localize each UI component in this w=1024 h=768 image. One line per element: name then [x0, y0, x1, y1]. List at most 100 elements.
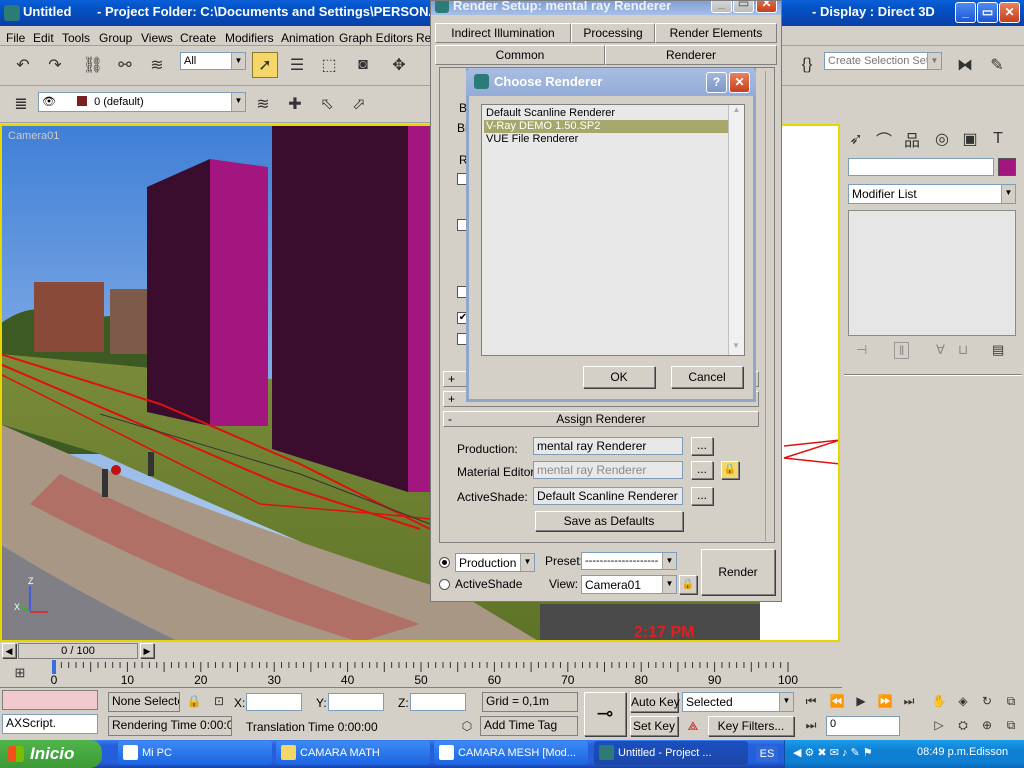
tab-processing[interactable]: Processing — [571, 23, 655, 43]
language-indicator[interactable]: ES — [756, 746, 778, 762]
menu-create[interactable]: Create — [180, 31, 216, 45]
frame-ruler[interactable]: 0 10 20 30 40 50 60 70 80 90 100 — [40, 660, 840, 688]
track-bar[interactable]: ⊞ 0 10 20 30 40 50 60 70 80 90 100 — [0, 660, 842, 688]
x-coord-field[interactable] — [246, 693, 302, 711]
panel-scrollbar[interactable] — [765, 71, 773, 541]
tab-render-elements[interactable]: Render Elements — [655, 23, 777, 43]
close-button[interactable]: ✕ — [999, 2, 1020, 23]
add-to-layer-icon[interactable]: ✚ — [282, 91, 308, 117]
minimize-button[interactable]: _ — [955, 2, 976, 23]
selection-lock-icon[interactable]: 🔒 — [184, 690, 204, 712]
next-frame-icon[interactable]: ⏩ — [874, 690, 896, 712]
time-next-button[interactable]: ▶ — [140, 643, 154, 658]
renderer-item-vue-file[interactable]: VUE File Renderer — [484, 133, 728, 146]
create-panel-icon[interactable]: ➶ — [844, 126, 868, 152]
save-as-defaults-button[interactable]: Save as Defaults — [535, 511, 683, 531]
bind-to-space-warp-icon[interactable]: ≋ — [144, 52, 170, 78]
taskbar-item-mi-pc[interactable]: Mi PC — [118, 741, 272, 765]
activeshade-browse-button[interactable]: ... — [691, 487, 713, 505]
renderer-item-vray[interactable]: V-Ray DEMO 1.50.SP2 — [484, 120, 728, 133]
activeshade-radio[interactable] — [439, 579, 450, 590]
set-current-layer-icon[interactable]: ⬀ — [346, 91, 372, 117]
min-max-toggle-icon[interactable]: ⧉ — [1000, 714, 1022, 736]
render-button[interactable]: Render — [701, 549, 775, 595]
select-layer-objects-icon[interactable]: ⬁ — [314, 91, 340, 117]
dolly-icon[interactable]: ↻ — [976, 690, 998, 712]
selection-filter-dropdown[interactable]: All ▼ — [180, 52, 246, 70]
time-slider[interactable]: 0 / 100 — [18, 643, 138, 659]
tab-common[interactable]: Common — [435, 45, 605, 65]
renderer-list[interactable]: Default Scanline Renderer V-Ray DEMO 1.5… — [481, 104, 745, 356]
layer-manager-icon[interactable]: ≣ — [8, 91, 34, 117]
remove-modifier-icon[interactable]: ⊔ — [958, 342, 968, 358]
default-tangent-icon[interactable]: ⟁ — [682, 716, 704, 736]
menu-edit[interactable]: Edit — [33, 31, 54, 45]
tab-indirect-illumination[interactable]: Indirect Illumination — [435, 23, 571, 43]
production-browse-button[interactable]: ... — [691, 437, 713, 455]
menu-modifiers[interactable]: Modifiers — [225, 31, 274, 45]
configure-sets-icon[interactable]: ▤ — [992, 342, 1004, 358]
choose-renderer-close-button[interactable]: ✕ — [729, 72, 750, 93]
key-filters-button[interactable]: Key Filters... — [708, 716, 794, 736]
go-to-start-icon[interactable]: ⏮ — [800, 690, 822, 712]
play-icon[interactable]: ▶ — [850, 690, 872, 712]
material-editor-lock-icon[interactable]: 🔒 — [721, 461, 739, 479]
scroll-up-icon[interactable]: ▲ — [729, 105, 744, 119]
maxscript-mini-listener-pink[interactable] — [2, 690, 98, 710]
tab-renderer[interactable]: Renderer — [605, 45, 777, 65]
modifier-list-dropdown[interactable]: Modifier List ▼ — [848, 184, 1016, 204]
viewport-label[interactable]: Camera01 — [8, 130, 59, 142]
hierarchy-panel-icon[interactable]: 品 — [900, 126, 924, 152]
z-coord-field[interactable] — [410, 693, 466, 711]
modifier-stack[interactable] — [848, 210, 1016, 336]
menu-graph-editors[interactable]: Graph Editors — [339, 31, 413, 45]
display-panel-icon[interactable]: ▣ — [958, 126, 982, 152]
ok-button[interactable]: OK — [583, 366, 655, 388]
menu-animation[interactable]: Animation — [281, 31, 334, 45]
maximize-viewport-icon[interactable]: ⧉ — [1000, 690, 1022, 712]
start-button[interactable]: Inicio — [0, 740, 102, 768]
maxscript-mini-listener[interactable]: AXScript. — [2, 714, 98, 734]
production-radio[interactable] — [439, 557, 450, 568]
key-set-dropdown[interactable]: Selected ▼ — [682, 692, 794, 712]
modify-panel-icon[interactable]: ⌒ — [872, 126, 896, 152]
y-coord-field[interactable] — [328, 693, 384, 711]
key-mode-icon[interactable]: ⏭ — [800, 714, 822, 736]
object-name-field[interactable] — [848, 158, 994, 176]
select-object-icon[interactable]: ➚ — [252, 52, 278, 78]
taskbar-item-camara-mesh[interactable]: CAMARA MESH [Mod... — [434, 741, 588, 765]
add-time-tag-icon[interactable]: ⬡ — [456, 716, 478, 736]
rollout-assign-renderer[interactable]: - Assign Renderer — [443, 411, 759, 427]
named-selection-set-dropdown[interactable]: Create Selection Set ▼ — [824, 52, 942, 70]
mirror-icon[interactable]: ⧓ — [952, 52, 978, 78]
previous-frame-icon[interactable]: ⏪ — [826, 690, 848, 712]
set-key-mode-key-icon[interactable]: ⊸ — [584, 692, 626, 736]
current-frame-field[interactable]: 0 — [826, 716, 900, 736]
menu-file[interactable]: File — [6, 31, 25, 45]
named-selection-icon[interactable]: {} — [794, 52, 820, 78]
add-time-tag[interactable]: Add Time Tag — [480, 716, 578, 736]
pan-icon[interactable]: ✋ — [928, 690, 950, 712]
choose-renderer-help-button[interactable]: ? — [706, 72, 727, 93]
go-to-end-icon[interactable]: ⏭ — [898, 690, 920, 712]
render-setup-minimize[interactable]: _ — [711, 1, 732, 13]
redo-icon[interactable]: ↷ — [42, 52, 68, 78]
production-mode-dropdown[interactable]: Production ▼ — [455, 553, 535, 572]
motion-panel-icon[interactable]: ◎ — [930, 126, 954, 152]
auto-key-button[interactable]: Auto Key — [630, 692, 680, 712]
truck-icon[interactable]: ⊕ — [976, 714, 998, 736]
align-icon[interactable]: ✎ — [984, 52, 1010, 78]
window-crossing-icon[interactable]: ◙ — [350, 52, 376, 78]
set-key-button[interactable]: Set Key — [630, 716, 678, 736]
menu-views[interactable]: Views — [141, 31, 173, 45]
scroll-down-icon[interactable]: ▼ — [729, 341, 743, 355]
taskbar-item-untitled-3dsmax[interactable]: Untitled - Project ... — [594, 741, 748, 765]
view-dropdown[interactable]: Camera01 ▼ — [581, 575, 677, 594]
taskbar-item-camara-math[interactable]: CAMARA MATH — [276, 741, 430, 765]
absolute-mode-icon[interactable]: ⊡ — [208, 690, 230, 712]
make-unique-icon[interactable]: ∀ — [936, 342, 945, 358]
pin-stack-icon[interactable]: ⊣ — [856, 342, 867, 358]
render-setup-maximize[interactable]: ▭ — [733, 1, 754, 13]
menu-group[interactable]: Group — [99, 31, 132, 45]
view-lock-icon[interactable]: 🔒 — [679, 575, 697, 594]
